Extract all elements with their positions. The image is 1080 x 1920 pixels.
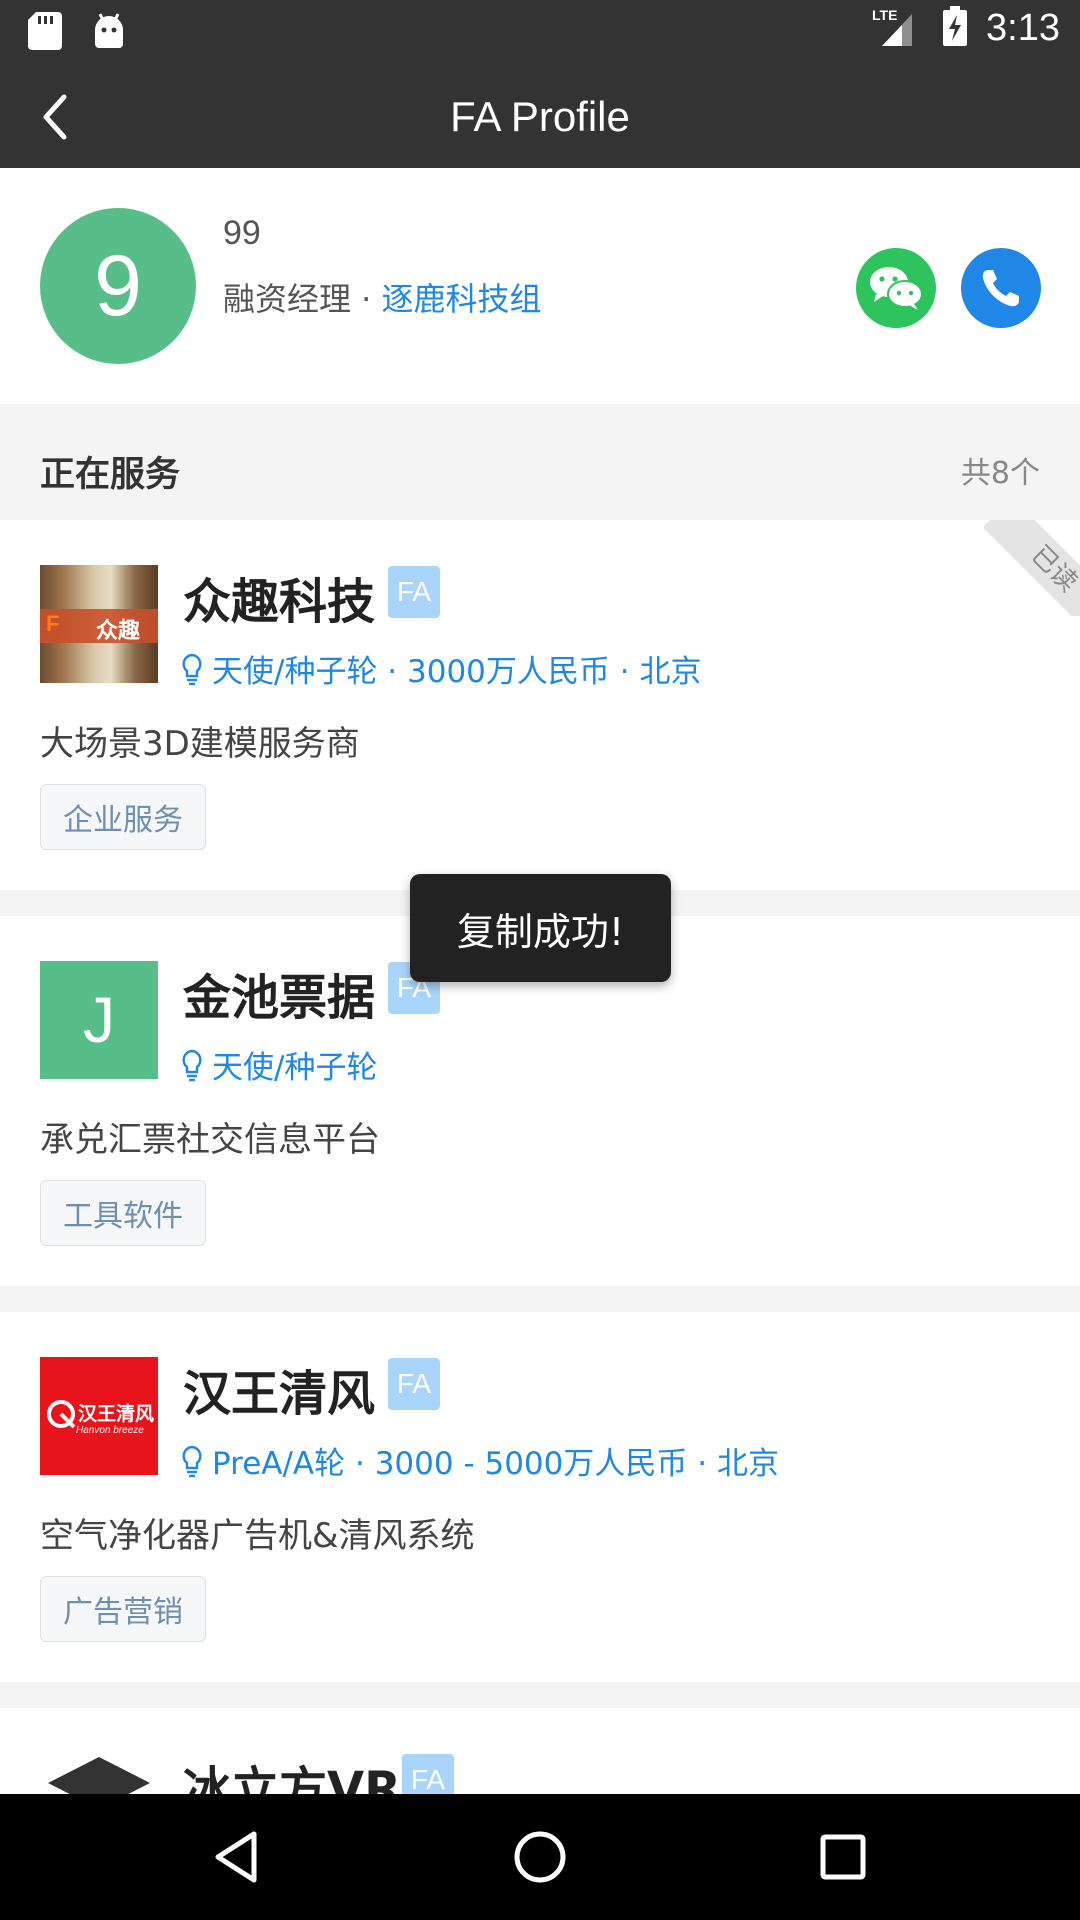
battery-charging-icon	[942, 6, 968, 50]
triangle-back-icon	[215, 1831, 257, 1883]
clock: 3:13	[986, 6, 1060, 49]
square-recents-icon	[820, 1834, 866, 1880]
industry-tag[interactable]: 企业服务	[40, 784, 206, 850]
nav-home-button[interactable]	[505, 1822, 575, 1892]
cube-logo-icon	[48, 1757, 150, 1794]
divider	[0, 1682, 1080, 1708]
fa-badge: FA	[402, 1754, 454, 1794]
company-meta-text: 天使/种子轮	[212, 1050, 378, 1086]
fa-badge: FA	[388, 1358, 440, 1410]
company-logo	[40, 1753, 158, 1794]
company-description: 大场景3D建模服务商	[40, 724, 360, 764]
hanvon-swirl-icon	[47, 1400, 76, 1429]
industry-tag[interactable]: 工具软件	[40, 1180, 206, 1246]
company-card[interactable]: 已读 F 众趣 众趣科技 FA 天使/种子轮 · 3000万人民币 · 北京 大…	[0, 520, 1080, 890]
company-logo: J	[40, 961, 158, 1079]
company-name: 冰立方VR	[183, 1762, 402, 1794]
section-title: 正在服务	[40, 455, 181, 495]
toast-message: 复制成功!	[410, 874, 671, 982]
company-logo: F 众趣	[40, 565, 158, 683]
app-bar: FA Profile	[0, 63, 1080, 168]
org-link[interactable]: 逐鹿科技组	[382, 280, 542, 318]
company-meta: PreA/A轮 · 3000 - 5000万人民币 · 北京	[180, 1438, 779, 1483]
nav-back-button[interactable]	[202, 1822, 272, 1892]
section-header: 正在服务 共8个	[0, 404, 1080, 520]
logo-text: 汉王清风	[78, 1403, 155, 1425]
page-title: FA Profile	[450, 93, 630, 140]
company-meta-text: PreA/A轮 · 3000 - 5000万人民币 · 北京	[212, 1446, 779, 1482]
company-description: 承兑汇票社交信息平台	[40, 1120, 380, 1160]
company-meta: 天使/种子轮 · 3000万人民币 · 北京	[180, 646, 701, 691]
lte-signal-icon: LTE	[872, 6, 924, 50]
profile-role: 融资经理 · 逐鹿科技组	[223, 274, 542, 320]
lightbulb-icon	[182, 1049, 202, 1081]
system-nav-bar	[0, 1794, 1080, 1920]
company-card[interactable]: 冰立方VR FA	[0, 1708, 1080, 1794]
wechat-icon	[870, 267, 923, 310]
company-name: 众趣科技	[183, 574, 376, 630]
phone-icon	[982, 270, 1019, 307]
fa-badge: FA	[388, 566, 440, 618]
status-bar: LTE 3:13	[0, 0, 1080, 63]
logo-subtext: Hanvon breeze	[76, 1425, 144, 1436]
profile-name: 99	[223, 214, 261, 252]
company-name: 汉王清风	[183, 1366, 376, 1422]
android-icon	[92, 12, 126, 54]
circle-home-icon	[514, 1831, 566, 1883]
company-meta: 天使/种子轮	[180, 1042, 377, 1087]
section-count: 共8个	[960, 456, 1040, 491]
divider	[0, 1286, 1080, 1312]
read-ribbon: 已读	[984, 520, 1080, 616]
network-label: LTE	[872, 7, 897, 23]
avatar: 9	[40, 208, 196, 364]
company-logo: 汉王清风 Hanvon breeze	[40, 1357, 158, 1475]
company-card[interactable]: 汉王清风 Hanvon breeze 汉王清风 FA PreA/A轮 · 300…	[0, 1312, 1080, 1682]
call-button[interactable]	[961, 248, 1041, 328]
lightbulb-icon	[182, 1445, 202, 1477]
industry-tag[interactable]: 广告营销	[40, 1576, 206, 1642]
company-meta-text: 天使/种子轮 · 3000万人民币 · 北京	[212, 654, 702, 690]
company-name: 金池票据	[183, 970, 376, 1026]
company-description: 空气净化器广告机&清风系统	[40, 1516, 475, 1556]
wechat-button[interactable]	[856, 248, 936, 328]
profile-header: 9 99 融资经理 · 逐鹿科技组	[0, 168, 1080, 404]
logo-text: 众趣	[96, 619, 141, 644]
role-label: 融资经理 ·	[223, 280, 382, 318]
lightbulb-icon	[182, 653, 202, 685]
sd-card-icon	[28, 12, 62, 54]
nav-recents-button[interactable]	[808, 1822, 878, 1892]
